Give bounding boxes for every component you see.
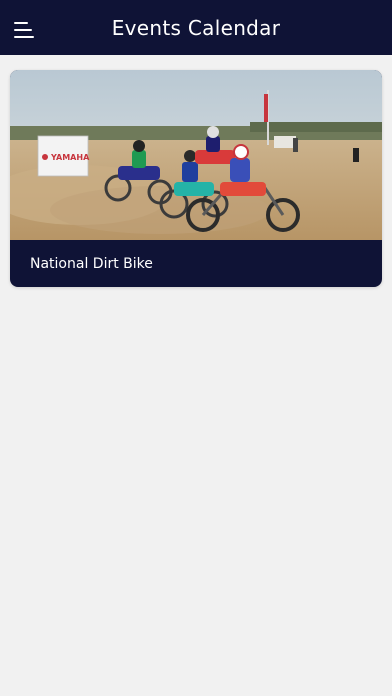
hamburger-menu-icon[interactable] (14, 20, 34, 38)
yamaha-banner: YAMAHA (37, 135, 90, 177)
event-title: National Dirt Bike (30, 255, 153, 272)
yamaha-banner-text: YAMAHA (50, 153, 90, 162)
page-title: Events Calendar (111, 16, 281, 40)
event-image: YAMAHA (10, 70, 382, 240)
event-card[interactable]: YAMAHA National Dirt Bike (10, 70, 382, 287)
app-header: Events Calendar (0, 0, 392, 55)
